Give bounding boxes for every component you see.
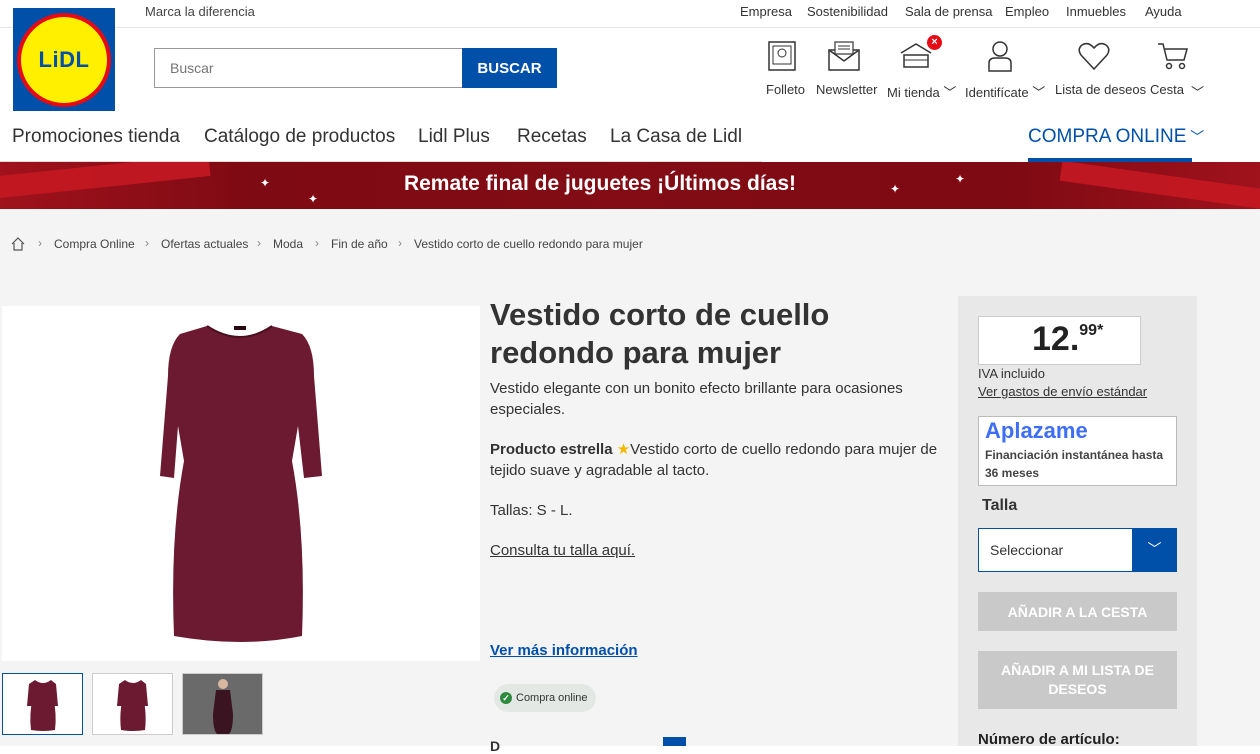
product-price: 12.99* [1032, 320, 1103, 359]
compra-online-text: COMPRA ONLINE [1028, 126, 1187, 147]
cart-icon[interactable] [1153, 38, 1193, 74]
link-empleo[interactable]: Empleo [1005, 4, 1049, 19]
compra-online-badge: ✓ Compra online [494, 684, 596, 712]
breadcrumb-separator-icon: › [38, 236, 42, 250]
breadcrumb-compra-online[interactable]: Compra Online [54, 237, 135, 251]
newsletter-label[interactable]: Newsletter [816, 82, 877, 97]
product-thumbnail[interactable] [2, 673, 83, 735]
breadcrumb-separator-icon: › [145, 236, 149, 250]
link-empresa[interactable]: Empresa [740, 4, 792, 19]
add-to-wishlist-button[interactable]: AÑADIR A MI LISTA DE DESEOS [978, 651, 1177, 709]
add-to-cart-button[interactable]: AÑADIR A LA CESTA [978, 592, 1177, 631]
breadcrumb-separator-icon: › [398, 236, 402, 250]
star-icon: ★ [616, 441, 631, 458]
newsletter-icon[interactable] [824, 38, 864, 74]
compra-online-badge-text: Compra online [516, 692, 588, 704]
product-subtitle: Vestido elegante con un bonito efecto br… [490, 380, 903, 418]
chevron-down-icon[interactable]: ﹀ [1132, 528, 1177, 572]
nav-promociones-tienda[interactable]: Promociones tienda [12, 126, 180, 148]
heart-icon[interactable] [1074, 38, 1114, 74]
breadcrumb-separator-icon: › [315, 236, 319, 250]
store-alert-badge: × [927, 35, 942, 50]
folleto-icon[interactable] [763, 38, 803, 74]
aplazame-logo: Aplazame [985, 418, 1088, 443]
ver-mas-informacion-link[interactable]: Ver más información [490, 642, 638, 659]
product-tallas: Tallas: S - L. [490, 502, 573, 519]
user-icon[interactable] [980, 38, 1020, 74]
link-sala-de-prensa[interactable]: Sala de prensa [905, 4, 992, 19]
shipping-costs-link[interactable]: Ver gastos de envío estándar [978, 384, 1147, 399]
price-integer: 12. [1032, 320, 1080, 358]
section-heading-peek: D [490, 738, 501, 754]
product-thumbnail[interactable] [182, 673, 263, 735]
product-thumbnail[interactable] [92, 673, 173, 735]
breadcrumb-separator-icon: › [257, 236, 261, 250]
talla-label: Talla [982, 497, 1018, 514]
lista-deseos-label[interactable]: Lista de deseos [1055, 82, 1146, 97]
product-estrella-description: Producto estrella ★Vestido corto de cuel… [490, 439, 940, 481]
breadcrumb-moda[interactable]: Moda [273, 237, 303, 251]
aplazame-text: Financiación instantánea hasta 36 meses [985, 448, 1164, 480]
product-main-image[interactable] [2, 306, 480, 661]
promo-banner[interactable]: ✦ ✦ ✦ ✦ Remate final de juguetes ¡Último… [0, 162, 1260, 209]
link-sostenibilidad[interactable]: Sostenibilidad [807, 4, 888, 19]
nav-lidl-plus[interactable]: Lidl Plus [418, 126, 490, 148]
nav-compra-online[interactable]: COMPRA ONLINE ﹀ [1028, 126, 1204, 148]
product-title: Vestido corto de cuello redondo para muj… [490, 297, 830, 370]
breadcrumb-current: Vestido corto de cuello redondo para muj… [414, 237, 643, 251]
iva-note: IVA incluido [978, 366, 1045, 381]
cesta-chevron-icon[interactable]: ﹀ [1191, 82, 1204, 101]
search-input[interactable] [154, 48, 462, 88]
mi-tienda-label[interactable]: Mi tienda ﹀ [887, 82, 956, 101]
home-icon[interactable] [11, 237, 25, 256]
breadcrumb-ofertas-actuales[interactable]: Ofertas actuales [161, 237, 248, 251]
breadcrumb-fin-de-ano[interactable]: Fin de año [331, 237, 388, 251]
nav-catalogo-productos[interactable]: Catálogo de productos [204, 126, 395, 148]
accordion-toggle[interactable] [663, 737, 686, 746]
check-icon: ✓ [500, 692, 512, 704]
price-decimal: 99* [1079, 322, 1104, 339]
nav-recetas[interactable]: Recetas [517, 126, 587, 148]
cesta-label[interactable]: Cesta [1150, 82, 1184, 97]
logo-ring: LiDL [17, 12, 111, 107]
size-guide-link[interactable]: Consulta tu talla aquí. [490, 540, 635, 561]
chevron-down-icon: ﹀ [1186, 129, 1205, 145]
folleto-label[interactable]: Folleto [766, 82, 805, 97]
identificate-text: Identifícate [965, 85, 1029, 100]
mi-tienda-text: Mi tienda [887, 85, 940, 100]
link-ayuda[interactable]: Ayuda [1145, 4, 1182, 19]
link-inmuebles[interactable]: Inmuebles [1066, 4, 1126, 19]
identificate-label[interactable]: Identifícate ﹀ [965, 82, 1045, 101]
search-button[interactable]: BUSCAR [462, 48, 557, 88]
producto-estrella-label: Producto estrella [490, 441, 613, 458]
article-number-label: Número de artículo: [978, 731, 1120, 748]
nav-la-casa-de-lidl[interactable]: La Casa de Lidl [610, 126, 742, 148]
logo-text: LiDL [21, 16, 107, 103]
lidl-logo[interactable]: LiDL [13, 8, 115, 111]
tagline: Marca la diferencia [145, 4, 255, 19]
banner-text: Remate final de juguetes ¡Últimos días! [403, 172, 797, 195]
